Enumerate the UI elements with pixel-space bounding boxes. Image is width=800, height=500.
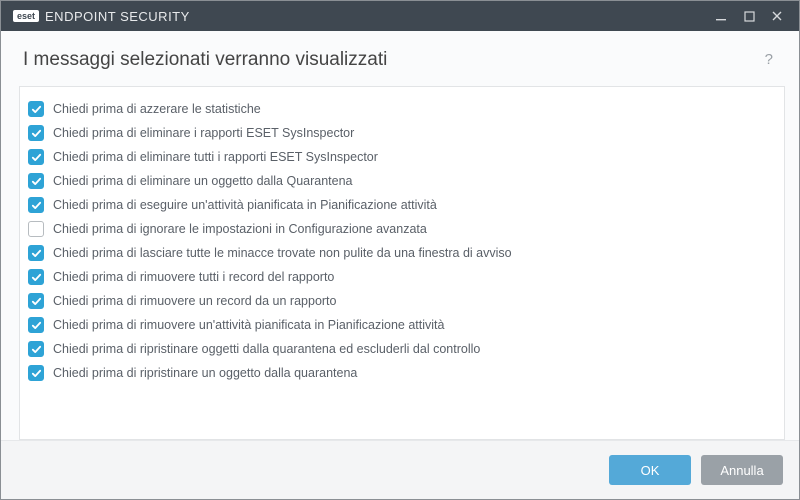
checkbox[interactable] — [28, 197, 44, 213]
titlebar: eset ENDPOINT SECURITY — [1, 1, 799, 31]
checkbox[interactable] — [28, 269, 44, 285]
list-item: Chiedi prima di eliminare un oggetto dal… — [24, 169, 774, 193]
list-item-label: Chiedi prima di rimuovere tutti i record… — [53, 270, 334, 284]
checkbox[interactable] — [28, 149, 44, 165]
list-item-label: Chiedi prima di eliminare tutti i rappor… — [53, 150, 378, 164]
list-item: Chiedi prima di rimuovere un record da u… — [24, 289, 774, 313]
checkbox[interactable] — [28, 341, 44, 357]
list-item: Chiedi prima di azzerare le statistiche — [24, 97, 774, 121]
dialog-window: eset ENDPOINT SECURITY I messaggi selezi… — [0, 0, 800, 500]
maximize-icon — [744, 11, 755, 22]
footer: OK Annulla — [1, 440, 799, 499]
message-list[interactable]: Chiedi prima di azzerare le statistiche C… — [20, 87, 784, 439]
cancel-button[interactable]: Annulla — [701, 455, 783, 485]
list-item-label: Chiedi prima di ignorare le impostazioni… — [53, 222, 427, 236]
list-item-label: Chiedi prima di eliminare un oggetto dal… — [53, 174, 353, 188]
list-item-label: Chiedi prima di rimuovere un'attività pi… — [53, 318, 444, 332]
list-item: Chiedi prima di ignorare le impostazioni… — [24, 217, 774, 241]
checkbox[interactable] — [28, 101, 44, 117]
brand-logo: eset — [13, 10, 39, 22]
brand-text: ENDPOINT SECURITY — [45, 9, 190, 24]
checkbox[interactable] — [28, 245, 44, 261]
list-item: Chiedi prima di eliminare tutti i rappor… — [24, 145, 774, 169]
list-item-label: Chiedi prima di eseguire un'attività pia… — [53, 198, 437, 212]
list-item-label: Chiedi prima di eliminare i rapporti ESE… — [53, 126, 354, 140]
help-button[interactable]: ? — [761, 47, 777, 72]
maximize-button[interactable] — [735, 2, 763, 30]
list-item-label: Chiedi prima di ripristinare oggetti dal… — [53, 342, 480, 356]
minimize-button[interactable] — [707, 2, 735, 30]
page-title: I messaggi selezionati verranno visualiz… — [23, 49, 761, 71]
list-item: Chiedi prima di ripristinare un oggetto … — [24, 361, 774, 385]
content-header: I messaggi selezionati verranno visualiz… — [1, 31, 799, 86]
ok-button[interactable]: OK — [609, 455, 691, 485]
list-item: Chiedi prima di lasciare tutte le minacc… — [24, 241, 774, 265]
checkbox[interactable] — [28, 221, 44, 237]
checkbox[interactable] — [28, 293, 44, 309]
list-item-label: Chiedi prima di rimuovere un record da u… — [53, 294, 336, 308]
list-item: Chiedi prima di rimuovere tutti i record… — [24, 265, 774, 289]
list-item: Chiedi prima di ripristinare oggetti dal… — [24, 337, 774, 361]
minimize-icon — [715, 10, 727, 22]
list-item-label: Chiedi prima di azzerare le statistiche — [53, 102, 261, 116]
checkbox[interactable] — [28, 317, 44, 333]
list-item: Chiedi prima di eliminare i rapporti ESE… — [24, 121, 774, 145]
list-item: Chiedi prima di rimuovere un'attività pi… — [24, 313, 774, 337]
checkbox[interactable] — [28, 125, 44, 141]
list-item-label: Chiedi prima di ripristinare un oggetto … — [53, 366, 357, 380]
list-item-label: Chiedi prima di lasciare tutte le minacc… — [53, 246, 512, 260]
checkbox[interactable] — [28, 365, 44, 381]
close-icon — [771, 10, 783, 22]
list-item: Chiedi prima di eseguire un'attività pia… — [24, 193, 774, 217]
brand: eset ENDPOINT SECURITY — [13, 9, 190, 24]
checkbox[interactable] — [28, 173, 44, 189]
close-button[interactable] — [763, 2, 791, 30]
list-container: Chiedi prima di azzerare le statistiche C… — [19, 86, 785, 440]
